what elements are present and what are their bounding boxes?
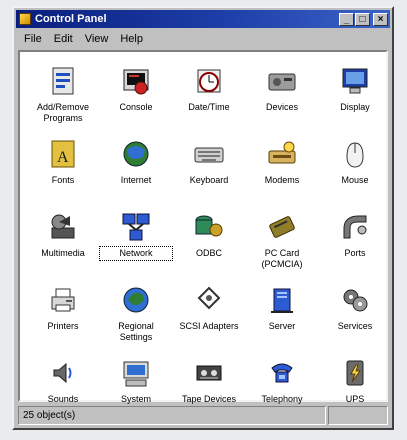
keyboard-icon (192, 137, 226, 171)
menu-help[interactable]: Help (114, 33, 149, 45)
regional-settings-icon (119, 283, 153, 317)
menu-bar: File Edit View Help (18, 30, 388, 48)
status-bar: 25 object(s) (18, 406, 388, 425)
control-panel-item[interactable]: ODBC (174, 210, 244, 259)
printers-icon (46, 283, 80, 317)
item-label: ODBC (195, 248, 222, 258)
item-label: Display (340, 102, 370, 112)
item-label: Fonts (51, 175, 75, 185)
svg-text:A: A (57, 149, 69, 166)
control-panel-item[interactable]: Mouse (320, 137, 390, 186)
system-icon (119, 356, 153, 390)
control-panel-item[interactable]: Tape Devices (174, 356, 244, 405)
server-icon (265, 283, 299, 317)
close-button[interactable]: × (373, 12, 388, 26)
network-icon (119, 210, 153, 244)
item-label: Server (268, 321, 296, 331)
control-panel-item[interactable]: PC Card (PCMCIA) (247, 210, 317, 270)
telephony-icon (265, 356, 299, 390)
mouse-icon (338, 137, 372, 171)
control-panel-item[interactable]: Console (101, 64, 171, 113)
sounds-icon (46, 356, 80, 390)
item-label: Network (99, 246, 173, 261)
control-panel-item[interactable]: Add/Remove Programs (28, 64, 98, 124)
control-panel-item[interactable]: Devices (247, 64, 317, 113)
devices-icon (265, 64, 299, 98)
item-label: Tape Devices (181, 394, 237, 404)
item-label: Mouse (341, 175, 369, 185)
control-panel-item[interactable]: Date/Time (174, 64, 244, 113)
item-label: Devices (265, 102, 298, 112)
control-panel-item[interactable]: Sounds (28, 356, 98, 405)
odbc-icon (192, 210, 226, 244)
item-label: Ports (344, 248, 366, 258)
item-label: Add/Remove Programs (36, 102, 90, 123)
pc-card-icon (265, 210, 299, 244)
services-icon (338, 283, 372, 317)
item-label: Regional Settings (118, 321, 154, 342)
control-panel-item[interactable]: Modems (247, 137, 317, 186)
tape-devices-icon (192, 356, 226, 390)
item-label: Keyboard (189, 175, 229, 185)
object-count: 25 object(s) (18, 406, 326, 425)
item-label: Date/Time (188, 102, 230, 112)
ports-icon (338, 210, 372, 244)
menu-file[interactable]: File (18, 33, 48, 45)
item-label: Sounds (47, 394, 79, 404)
control-panel-item[interactable]: Server (247, 283, 317, 332)
item-label: PC Card (PCMCIA) (261, 248, 303, 269)
item-label: Modems (264, 175, 300, 185)
menu-edit[interactable]: Edit (48, 33, 79, 45)
control-panel-item[interactable]: Printers (28, 283, 98, 332)
item-label: Internet (120, 175, 152, 185)
item-label: SCSI Adapters (179, 321, 239, 331)
control-panel-item[interactable]: System (101, 356, 171, 405)
item-label: Printers (47, 321, 79, 331)
item-label: UPS (345, 394, 365, 404)
menu-view[interactable]: View (79, 33, 115, 45)
control-panel-item[interactable]: Network (99, 210, 173, 261)
item-label: Console (119, 102, 153, 112)
item-label: Services (337, 321, 373, 331)
control-panel-item[interactable]: Regional Settings (101, 283, 171, 343)
maximize-button[interactable]: □ (355, 12, 370, 26)
item-label: Telephony (261, 394, 303, 404)
item-label: Multimedia (41, 248, 85, 258)
console-icon (119, 64, 153, 98)
modems-icon (265, 137, 299, 171)
ups-icon (338, 356, 372, 390)
control-panel-item[interactable]: Services (320, 283, 390, 332)
title-bar[interactable]: Control Panel _ □ × (16, 10, 390, 28)
icon-view: Add/Remove Programs Console Date/Time Devic… (18, 50, 390, 405)
internet-icon (119, 137, 153, 171)
display-icon (338, 64, 372, 98)
minimize-button[interactable]: _ (339, 12, 354, 26)
status-blank (328, 406, 388, 425)
control-panel-item[interactable]: Keyboard (174, 137, 244, 186)
date-time-icon (192, 64, 226, 98)
control-panel-icon (19, 13, 31, 25)
control-panel-item[interactable]: A Fonts (28, 137, 98, 186)
control-panel-item[interactable]: SCSI Adapters (174, 283, 244, 332)
multimedia-icon (46, 210, 80, 244)
scsi-adapters-icon (192, 283, 226, 317)
window-title: Control Panel (35, 13, 107, 25)
control-panel-item[interactable]: UPS (320, 356, 390, 405)
control-panel-item[interactable]: Ports (320, 210, 390, 259)
control-panel-item[interactable]: Multimedia (28, 210, 98, 259)
control-panel-item[interactable]: Telephony (247, 356, 317, 405)
control-panel-window: Control Panel _ □ × File Edit View Help … (12, 6, 394, 430)
item-label: System (120, 394, 151, 404)
add-remove-programs-icon (46, 64, 80, 98)
control-panel-item[interactable]: Internet (101, 137, 171, 186)
control-panel-item[interactable]: Display (320, 64, 390, 113)
fonts-icon: A (46, 137, 80, 171)
